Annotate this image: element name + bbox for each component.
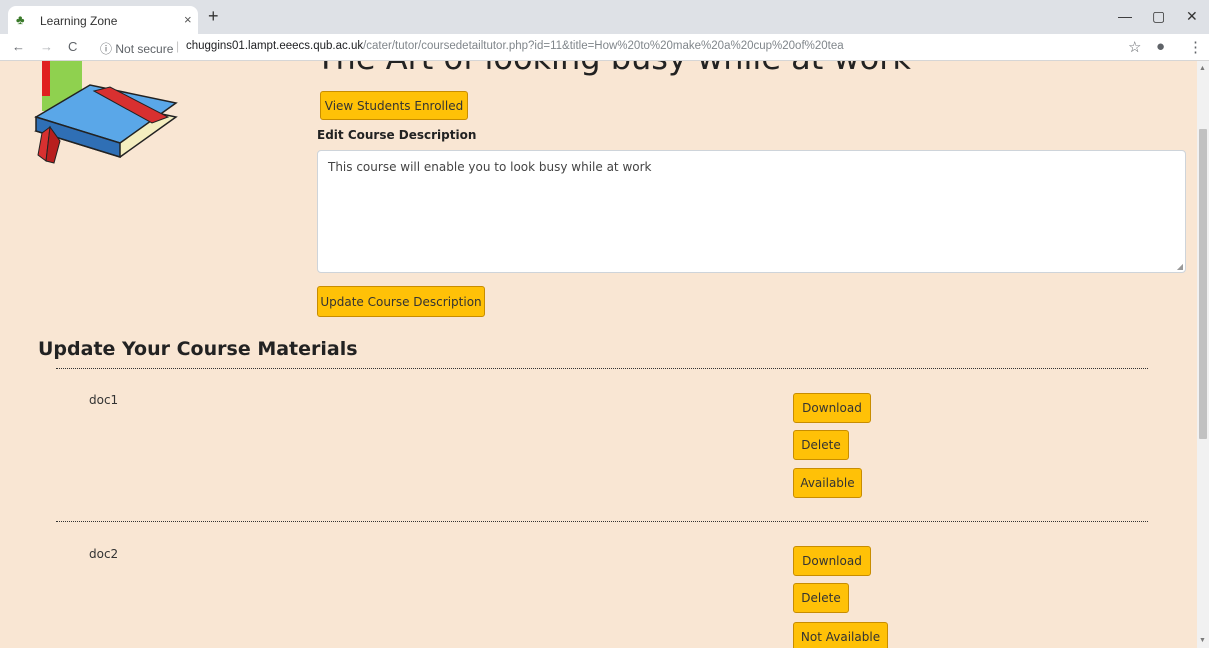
site-info[interactable]: ⓘ Not secure	[100, 40, 173, 57]
browser-tab-bar: ♣ Learning Zone × + — ▢ ✕	[0, 0, 1209, 34]
new-tab-button[interactable]: +	[208, 6, 219, 26]
page-viewport: The Art of looking busy while at work Vi…	[0, 61, 1197, 648]
url-host: chuggins01.lampt.eeecs.qub.ac.uk	[186, 40, 364, 52]
delete-button[interactable]: Delete	[793, 430, 849, 460]
reload-icon[interactable]: C	[68, 39, 77, 54]
forward-icon[interactable]: →	[40, 39, 53, 54]
close-window-icon[interactable]: ✕	[1186, 8, 1198, 25]
scroll-up-arrow-icon[interactable]: ▲	[1199, 65, 1206, 72]
back-icon[interactable]: ←	[12, 39, 25, 54]
scrollbar-thumb[interactable]	[1199, 129, 1207, 439]
security-label: Not secure	[115, 42, 174, 56]
maximize-icon[interactable]: ▢	[1152, 8, 1165, 25]
view-students-enrolled-button[interactable]: View Students Enrolled	[320, 91, 468, 120]
url-separator: |	[176, 39, 180, 53]
edit-description-label: Edit Course Description	[317, 128, 477, 142]
scroll-down-arrow-icon[interactable]: ▼	[1199, 637, 1206, 644]
account-icon[interactable]: ●	[1156, 38, 1165, 55]
browser-tab[interactable]: ♣ Learning Zone ×	[8, 6, 198, 34]
course-description-textarea[interactable]: This course will enable you to look busy…	[317, 150, 1186, 273]
update-course-description-button[interactable]: Update Course Description	[317, 286, 485, 317]
tab-title: Learning Zone	[40, 14, 118, 28]
availability-toggle-button[interactable]: Not Available	[793, 622, 888, 648]
course-description-text: This course will enable you to look busy…	[328, 160, 652, 174]
download-button[interactable]: Download	[793, 546, 871, 576]
divider	[56, 368, 1148, 369]
delete-button[interactable]: Delete	[793, 583, 849, 613]
availability-toggle-button[interactable]: Available	[793, 468, 862, 498]
minimize-icon[interactable]: —	[1118, 8, 1132, 24]
materials-heading: Update Your Course Materials	[38, 338, 358, 360]
site-favicon-icon: ♣	[16, 12, 25, 27]
vertical-scrollbar[interactable]: ▲ ▼	[1197, 61, 1209, 648]
divider	[56, 521, 1148, 522]
address-bar: ← → C ⓘ Not secure | chuggins01.lampt.ee…	[0, 34, 1209, 61]
material-name: doc1	[89, 393, 119, 407]
info-icon: ⓘ	[100, 42, 113, 56]
download-button[interactable]: Download	[793, 393, 871, 423]
bookmark-star-icon[interactable]: ☆	[1128, 38, 1141, 56]
resize-handle-icon[interactable]: ◢	[1177, 262, 1183, 271]
book-illustration-icon	[34, 61, 178, 164]
url-path: /cater/tutor/coursedetailtutor.php?id=11…	[363, 40, 844, 52]
url-field[interactable]: chuggins01.lampt.eeecs.qub.ac.uk/cater/t…	[186, 40, 844, 52]
material-name: doc2	[89, 547, 119, 561]
close-tab-icon[interactable]: ×	[184, 12, 192, 27]
course-title: The Art of looking busy while at work	[316, 61, 911, 77]
menu-icon[interactable]: ⋮	[1188, 38, 1203, 56]
